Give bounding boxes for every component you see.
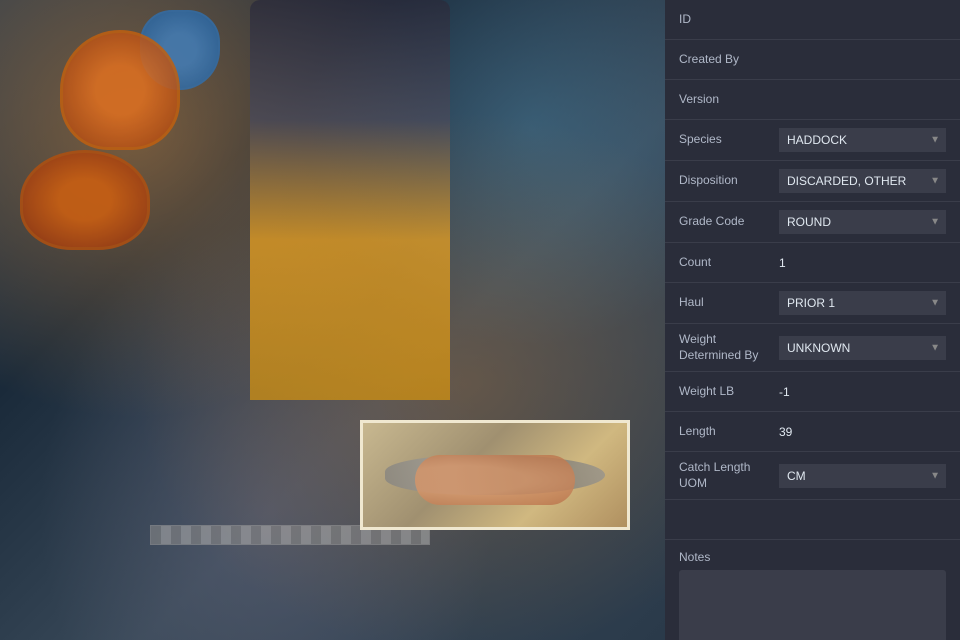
notes-input[interactable] — [679, 570, 946, 640]
label-id: ID — [679, 12, 779, 28]
disposition-select-wrapper[interactable]: DISCARDED, OTHER KEPT RELEASED ▼ — [779, 169, 946, 193]
label-length: Length — [679, 424, 779, 440]
weight-determined-by-select-wrapper[interactable]: UNKNOWN SCALE ESTIMATED ▼ — [779, 336, 946, 360]
field-catch-length-uom: Catch Length UOM CM IN MM ▼ — [665, 452, 960, 500]
label-haul: Haul — [679, 295, 779, 311]
basket-orange-top — [60, 30, 180, 150]
haul-select[interactable]: PRIOR 1 PRIOR 2 CURRENT — [779, 291, 946, 315]
value-created-by — [779, 50, 946, 70]
label-created-by: Created By — [679, 52, 779, 68]
notes-section: Notes — [665, 540, 960, 640]
person-figure — [250, 0, 450, 400]
species-select-wrapper[interactable]: HADDOCK COD FLOUNDER POLLOCK ▼ — [779, 128, 946, 152]
value-length: 39 — [779, 425, 946, 439]
field-grade-code: Grade Code ROUND HEADED GUTTED ▼ — [665, 202, 960, 243]
field-disposition: Disposition DISCARDED, OTHER KEPT RELEAS… — [665, 161, 960, 202]
field-version: Version — [665, 80, 960, 120]
field-created-by: Created By — [665, 40, 960, 80]
label-disposition: Disposition — [679, 173, 779, 189]
field-species: Species HADDOCK COD FLOUNDER POLLOCK ▼ — [665, 120, 960, 161]
field-weight-determined-by: Weight Determined By UNKNOWN SCALE ESTIM… — [665, 324, 960, 372]
catch-length-uom-select-wrapper[interactable]: CM IN MM ▼ — [779, 464, 946, 488]
label-weight-determined-by: Weight Determined By — [679, 332, 779, 363]
haul-select-wrapper[interactable]: PRIOR 1 PRIOR 2 CURRENT ▼ — [779, 291, 946, 315]
label-notes: Notes — [679, 550, 946, 564]
grade-code-select[interactable]: ROUND HEADED GUTTED — [779, 210, 946, 234]
field-haul: Haul PRIOR 1 PRIOR 2 CURRENT ▼ — [665, 283, 960, 324]
field-weight-lb: Weight LB -1 — [665, 372, 960, 412]
image-panel — [0, 0, 665, 640]
label-count: Count — [679, 255, 779, 271]
field-count: Count 1 — [665, 243, 960, 283]
value-version — [779, 90, 946, 110]
weight-determined-by-select[interactable]: UNKNOWN SCALE ESTIMATED — [779, 336, 946, 360]
disposition-select[interactable]: DISCARDED, OTHER KEPT RELEASED — [779, 169, 946, 193]
basket-orange-bottom — [20, 150, 150, 250]
form-panel: ID Created By Version Species HADDOCK CO… — [665, 0, 960, 640]
label-species: Species — [679, 132, 779, 148]
label-grade-code: Grade Code — [679, 214, 779, 230]
field-length: Length 39 — [665, 412, 960, 452]
value-weight-lb: -1 — [779, 385, 946, 399]
grade-code-select-wrapper[interactable]: ROUND HEADED GUTTED ▼ — [779, 210, 946, 234]
field-id: ID — [665, 0, 960, 40]
catch-length-uom-select[interactable]: CM IN MM — [779, 464, 946, 488]
label-version: Version — [679, 92, 779, 108]
label-catch-length-uom: Catch Length UOM — [679, 460, 779, 491]
species-select[interactable]: HADDOCK COD FLOUNDER POLLOCK — [779, 128, 946, 152]
value-id — [779, 10, 946, 30]
fish-thumbnail — [360, 420, 630, 530]
label-weight-lb: Weight LB — [679, 384, 779, 400]
value-count: 1 — [779, 256, 946, 270]
